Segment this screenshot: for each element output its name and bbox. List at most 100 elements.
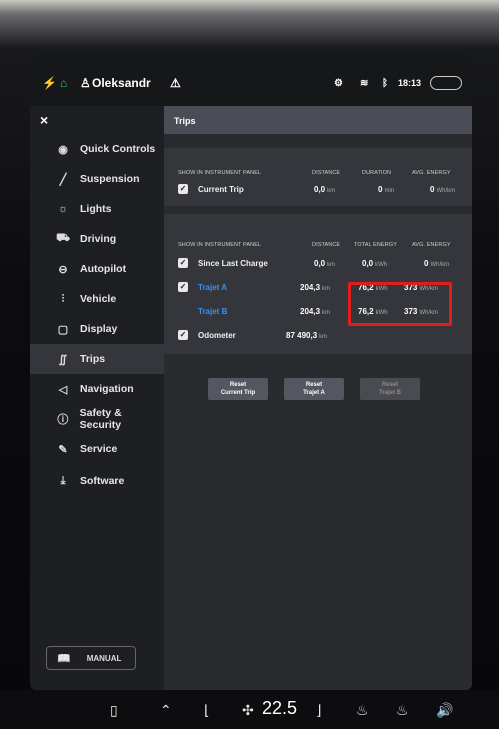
highlight-annotation-box	[348, 282, 452, 326]
trip-row-since-last-charge: ✓ Since Last Charge 0,0 km 0,0 kWh 0 Wh/km	[164, 252, 472, 276]
clock-time: 18:13	[398, 78, 422, 88]
trip-label[interactable]: Trajet A	[198, 283, 227, 292]
col-header-show: SHOW IN INSTRUMENT PANEL	[178, 242, 262, 248]
trip-row-odometer: ✓ Odometer 87 490,3 km	[164, 324, 472, 348]
sidebar-item-quick-controls[interactable]: ◉ Quick Controls	[30, 134, 164, 164]
trip-label[interactable]: Trajet B	[198, 307, 227, 316]
sidebar-item-label: Autopilot	[80, 263, 127, 275]
sidebar-item-trips[interactable]: ∬ Trips	[30, 344, 164, 374]
trip-total-energy: 0,0 kWh	[362, 259, 388, 268]
col-header-avg-energy: AVG. ENERGY	[412, 170, 451, 176]
trip-distance: 204,3 km	[300, 283, 331, 292]
sidebar-item-suspension[interactable]: ╱ Suspension	[30, 164, 164, 194]
show-checkbox[interactable]: ✓	[178, 330, 188, 340]
sidebar-item-label: Driving	[80, 233, 117, 245]
status-bar: ⚡ ⌂ ♙ Oleksandr ⚠ ⚙ ≋ ᛒ 18:13	[30, 54, 472, 106]
page-title: Trips	[174, 116, 196, 126]
sidebar-item-label: Safety & Security	[79, 407, 122, 431]
display-icon: ▢	[57, 323, 69, 336]
fan-icon[interactable]: ✣	[242, 702, 254, 719]
col-header-distance: DISTANCE	[312, 242, 341, 248]
sidebar-item-autopilot[interactable]: ⊖ Autopilot	[30, 254, 164, 284]
warning-icon: ⚠	[170, 76, 181, 90]
software-icon: ⤓	[60, 474, 66, 487]
sidebar-item-navigation[interactable]: ◁ Navigation	[30, 374, 164, 404]
trip-duration: 0 min	[378, 185, 395, 194]
safety-icon: ⓘ	[57, 414, 69, 426]
sidebar-item-driving[interactable]: ⛟ Driving	[30, 224, 164, 254]
settings-icon[interactable]: ⚙	[334, 78, 343, 89]
trips-panel: Trips SHOW IN INSTRUMENT PANEL DISTANCE …	[164, 106, 472, 690]
trip-distance: 87 490,3 km	[286, 331, 328, 340]
sidebar-item-label: Quick Controls	[80, 143, 156, 155]
rear-defrost-icon[interactable]: ♨	[356, 702, 369, 719]
sidebar-item-safety-security[interactable]: ⓘ Safety & Security	[30, 404, 164, 434]
car-door-icon[interactable]: ▯	[110, 702, 118, 719]
sidebar-item-display[interactable]: ▢ Display	[30, 314, 164, 344]
quick-controls-icon: ◉	[58, 143, 68, 156]
show-checkbox[interactable]	[178, 306, 188, 316]
manual-button[interactable]: 📖 MANUAL	[46, 646, 136, 670]
autopilot-icon: ⊖	[58, 263, 68, 276]
volume-icon[interactable]: 🔊	[436, 702, 453, 719]
col-header-distance: DISTANCE	[312, 170, 341, 176]
vehicle-icon: ⫶	[61, 292, 65, 305]
panel-title-bar: Trips	[164, 106, 472, 134]
driving-icon: ⛟	[56, 232, 70, 244]
col-header-duration: DURATION	[362, 170, 392, 176]
reset-trajet-b-button[interactable]: Reset Trajet B	[360, 378, 420, 400]
show-checkbox[interactable]: ✓	[178, 184, 188, 194]
col-header-total-energy: TOTAL ENERGY	[354, 242, 397, 248]
sidebar-item-vehicle[interactable]: ⫶ Vehicle	[30, 284, 164, 314]
trip-distance: 204,3 km	[300, 307, 331, 316]
reset-trajet-a-button[interactable]: Reset Trajet A	[284, 378, 344, 400]
trip-distance: 0,0 km	[314, 185, 336, 194]
sidebar-item-label: Navigation	[80, 383, 134, 395]
apps-icon[interactable]: ⌃	[160, 702, 172, 719]
trip-distance: 0,0 km	[314, 259, 336, 268]
col-header-show: SHOW IN INSTRUMENT PANEL	[178, 170, 262, 176]
current-trip-section: SHOW IN INSTRUMENT PANEL DISTANCE DURATI…	[164, 148, 472, 206]
home-icon[interactable]: ⌂	[60, 76, 67, 90]
settings-sidebar: × ◉ Quick Controls ╱ Suspension ☼ Lights ⛟ Driv…	[30, 106, 164, 690]
sidebar-item-label: Display	[80, 323, 118, 335]
cabin-temperature[interactable]: 22.5	[262, 698, 297, 719]
show-checkbox[interactable]: ✓	[178, 258, 188, 268]
col-header-avg-energy: AVG. ENERGY	[412, 242, 451, 248]
lights-icon: ☼	[57, 203, 69, 215]
sidebar-item-lights[interactable]: ☼ Lights	[30, 194, 164, 224]
seat-heater-right-icon[interactable]: ⌋	[316, 702, 321, 719]
bluetooth-icon: ᛒ	[382, 78, 388, 89]
reset-current-trip-button[interactable]: Reset Current Trip	[208, 378, 268, 400]
sidebar-item-software[interactable]: ⤓ Software	[30, 466, 164, 496]
trip-label: Since Last Charge	[198, 259, 268, 268]
climate-dock: ▯ ⌃ ⌊ ✣ 22.5 ⌋ ♨ ♨ 🔊	[0, 690, 499, 729]
show-checkbox[interactable]: ✓	[178, 282, 188, 292]
touchscreen: ⚡ ⌂ ♙ Oleksandr ⚠ ⚙ ≋ ᛒ 18:13 × ◉ Quick C…	[30, 54, 472, 690]
passenger-airbag-icon	[430, 76, 462, 90]
trips-icon: ∬	[58, 353, 68, 366]
sidebar-item-label: Service	[80, 443, 118, 455]
sidebar-item-label: Vehicle	[80, 293, 117, 305]
user-name[interactable]: Oleksandr	[92, 76, 151, 90]
manual-label: MANUAL	[86, 653, 122, 663]
navigation-icon: ◁	[58, 383, 68, 396]
trip-avg-energy: 0 Wh/km	[430, 185, 456, 194]
charge-icon: ⚡	[42, 76, 57, 90]
book-icon: 📖	[57, 652, 71, 665]
trip-label: Odometer	[198, 331, 236, 340]
sidebar-item-label: Trips	[80, 353, 106, 365]
close-icon[interactable]: ×	[40, 112, 48, 128]
profile-icon[interactable]: ♙	[80, 76, 91, 90]
service-icon: ✎	[58, 443, 68, 456]
sidebar-item-label: Suspension	[80, 173, 140, 185]
sidebar-item-service[interactable]: ✎ Service	[30, 434, 164, 464]
sidebar-item-label: Lights	[80, 203, 112, 215]
windshield-area	[0, 0, 499, 48]
seat-heater-icon[interactable]: ⌊	[204, 702, 209, 719]
trip-label: Current Trip	[198, 185, 244, 194]
wifi-icon: ≋	[360, 78, 369, 89]
trip-avg-energy: 0 Wh/km	[424, 259, 450, 268]
front-defrost-icon[interactable]: ♨	[396, 702, 409, 719]
sidebar-item-label: Software	[80, 475, 125, 487]
